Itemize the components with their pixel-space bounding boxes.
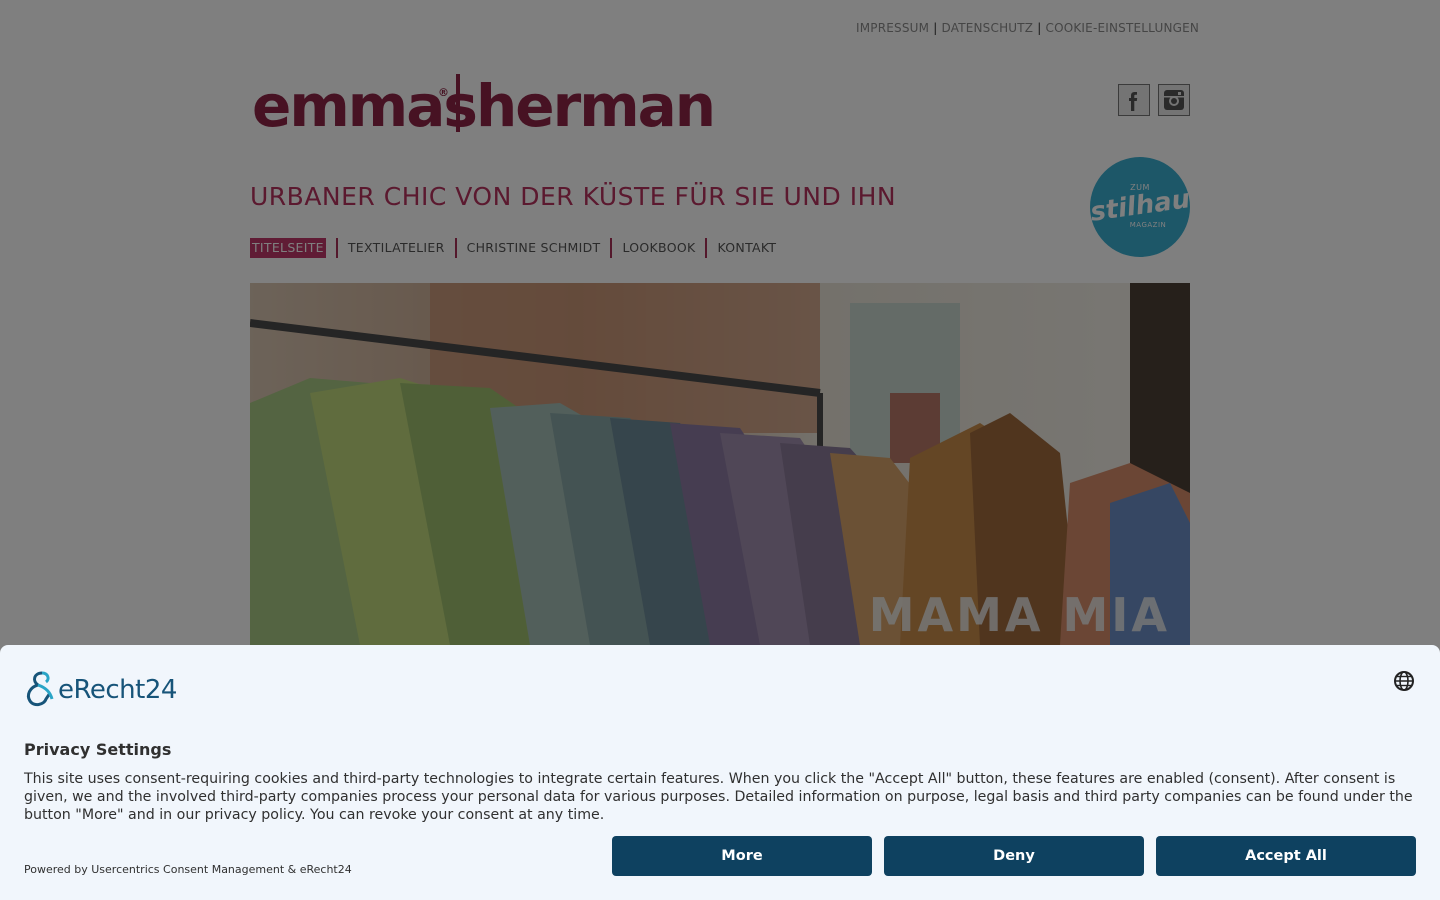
erecht24-brand-text: eRecht24 <box>58 675 177 705</box>
more-button[interactable]: More <box>612 836 872 876</box>
privacy-settings-title: Privacy Settings <box>24 740 172 759</box>
privacy-settings-body: This site uses consent-requiring cookies… <box>24 771 1413 823</box>
powered-by-text[interactable]: Powered by Usercentrics Consent Manageme… <box>24 863 352 876</box>
accept-all-button[interactable]: Accept All <box>1156 836 1416 876</box>
deny-button[interactable]: Deny <box>884 836 1144 876</box>
erecht24-emblem-icon <box>26 671 54 707</box>
globe-icon[interactable] <box>1392 669 1416 693</box>
cookie-consent-banner: eRecht24 Privacy Settings This site uses… <box>0 645 1440 900</box>
erecht24-logo: eRecht24 <box>24 669 204 709</box>
